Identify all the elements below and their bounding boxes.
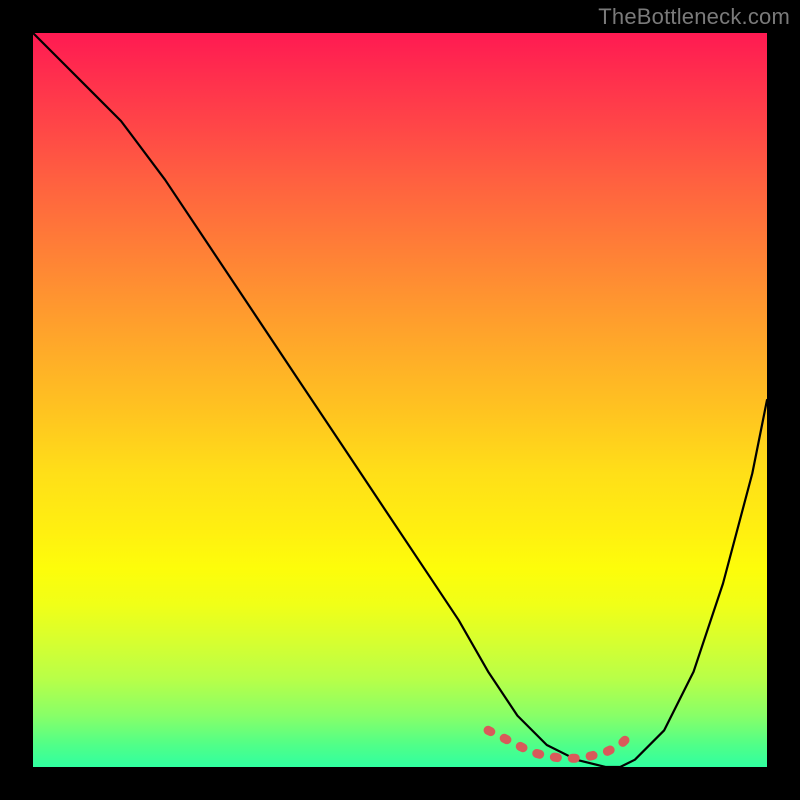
watermark-text: TheBottleneck.com — [598, 4, 790, 30]
chart-frame: TheBottleneck.com — [0, 0, 800, 800]
optimal-zone-markers — [488, 730, 635, 758]
chart-plot-area — [33, 33, 767, 767]
chart-curve-layer — [33, 33, 767, 767]
bottleneck-curve — [33, 33, 767, 767]
